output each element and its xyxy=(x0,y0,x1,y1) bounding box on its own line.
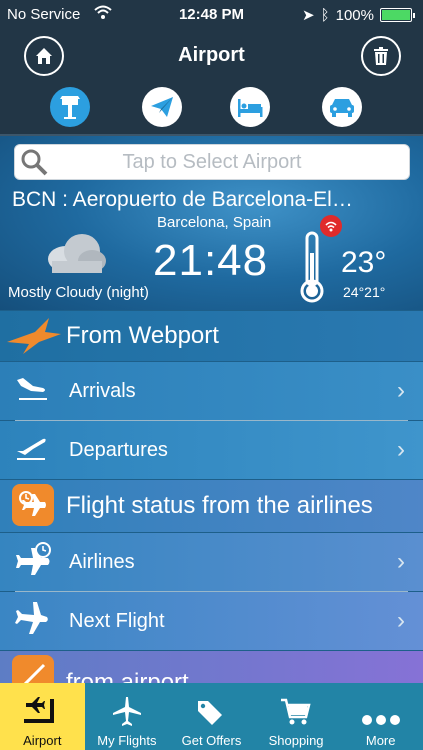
category-tabs xyxy=(0,82,423,136)
from-airport-icon xyxy=(12,655,54,683)
cloudy-night-icon xyxy=(44,231,108,282)
list-item-arrivals[interactable]: Arrivals › xyxy=(0,362,423,420)
list-item-label: Next Flight xyxy=(69,609,165,632)
tab-control-tower[interactable] xyxy=(50,87,90,127)
temperature-range: 24°21° xyxy=(343,284,386,300)
current-temperature: 23° xyxy=(341,246,387,279)
chevron-right-icon: › xyxy=(397,436,405,463)
search-placeholder: Tap to Select Airport xyxy=(122,151,302,173)
list-item-airlines[interactable]: Airlines › xyxy=(0,533,423,591)
status-bar: No Service 12:48 PM ➤ ᛒ 100% xyxy=(0,0,423,30)
tab-airport[interactable]: Airport xyxy=(0,683,85,750)
plane-icon xyxy=(112,697,141,726)
airline-clock-icon xyxy=(15,541,53,583)
airport-icon xyxy=(24,697,55,723)
control-tower-icon xyxy=(60,96,80,119)
section-title: Flight status from the airlines xyxy=(66,492,373,519)
section-airlines: Flight status from the airlines xyxy=(0,480,423,532)
chevron-right-icon: › xyxy=(397,377,405,404)
tab-more[interactable]: More xyxy=(338,683,423,750)
airport-search-field[interactable]: Tap to Select Airport xyxy=(14,144,410,180)
bluetooth-icon: ᛒ xyxy=(320,6,330,24)
airport-city: Barcelona, Spain xyxy=(157,214,272,231)
tab-label: Shopping xyxy=(268,733,324,748)
car-icon xyxy=(330,99,354,117)
airport-name[interactable]: BCN : Aeropuerto de Barcelona-El… xyxy=(12,188,412,212)
tab-my-flights[interactable]: My Flights xyxy=(85,683,170,750)
paper-plane-icon xyxy=(151,97,173,117)
tab-shopping[interactable]: Shopping xyxy=(254,683,339,750)
hotel-bed-icon xyxy=(238,99,263,117)
location-icon: ➤ xyxy=(302,7,315,24)
battery-percent: 100% xyxy=(335,6,374,24)
tab-cars[interactable] xyxy=(322,87,362,127)
flight-status-icon xyxy=(12,484,54,526)
cart-icon xyxy=(281,698,311,725)
tab-label: Get Offers xyxy=(181,733,242,748)
section-title: from airport xyxy=(66,669,189,683)
weather-condition: Mostly Cloudy (night) xyxy=(8,284,149,301)
more-icon xyxy=(361,715,400,725)
list-item-label: Departures xyxy=(69,438,168,461)
list-item-next-flight[interactable]: Next Flight › xyxy=(0,592,423,650)
list-item-departures[interactable]: Departures › xyxy=(0,421,423,479)
tab-label: My Flights xyxy=(97,733,157,748)
local-time: 21:48 xyxy=(153,236,269,285)
section-webport: From Webport xyxy=(0,311,423,361)
bottom-tab-bar: Airport My Flights Get Offers Shopping M… xyxy=(0,683,423,750)
departures-icon xyxy=(15,433,49,467)
tab-label: Airport xyxy=(23,733,62,748)
tab-label: More xyxy=(365,733,396,748)
delete-button[interactable] xyxy=(361,36,401,76)
chevron-right-icon: › xyxy=(397,607,405,634)
arrivals-icon xyxy=(15,374,49,408)
trash-icon xyxy=(374,47,388,65)
section-title: From Webport xyxy=(66,322,219,349)
list-item-label: Airlines xyxy=(69,550,135,573)
bird-logo-icon xyxy=(5,316,63,363)
section-from-airport: from airport xyxy=(0,651,423,683)
tab-flights[interactable] xyxy=(142,87,182,127)
chevron-right-icon: › xyxy=(397,548,405,575)
airport-weather-panel: Tap to Select Airport BCN : Aeropuerto d… xyxy=(0,136,423,310)
thermometer-icon xyxy=(297,231,327,308)
nav-bar: Airport xyxy=(0,30,423,82)
battery-icon xyxy=(380,8,412,22)
tab-get-offers[interactable]: Get Offers xyxy=(169,683,254,750)
next-flight-icon xyxy=(15,600,49,642)
tags-icon xyxy=(198,701,223,725)
tab-hotels[interactable] xyxy=(230,87,270,127)
list-item-label: Arrivals xyxy=(69,379,136,402)
page-title: Airport xyxy=(178,44,245,66)
